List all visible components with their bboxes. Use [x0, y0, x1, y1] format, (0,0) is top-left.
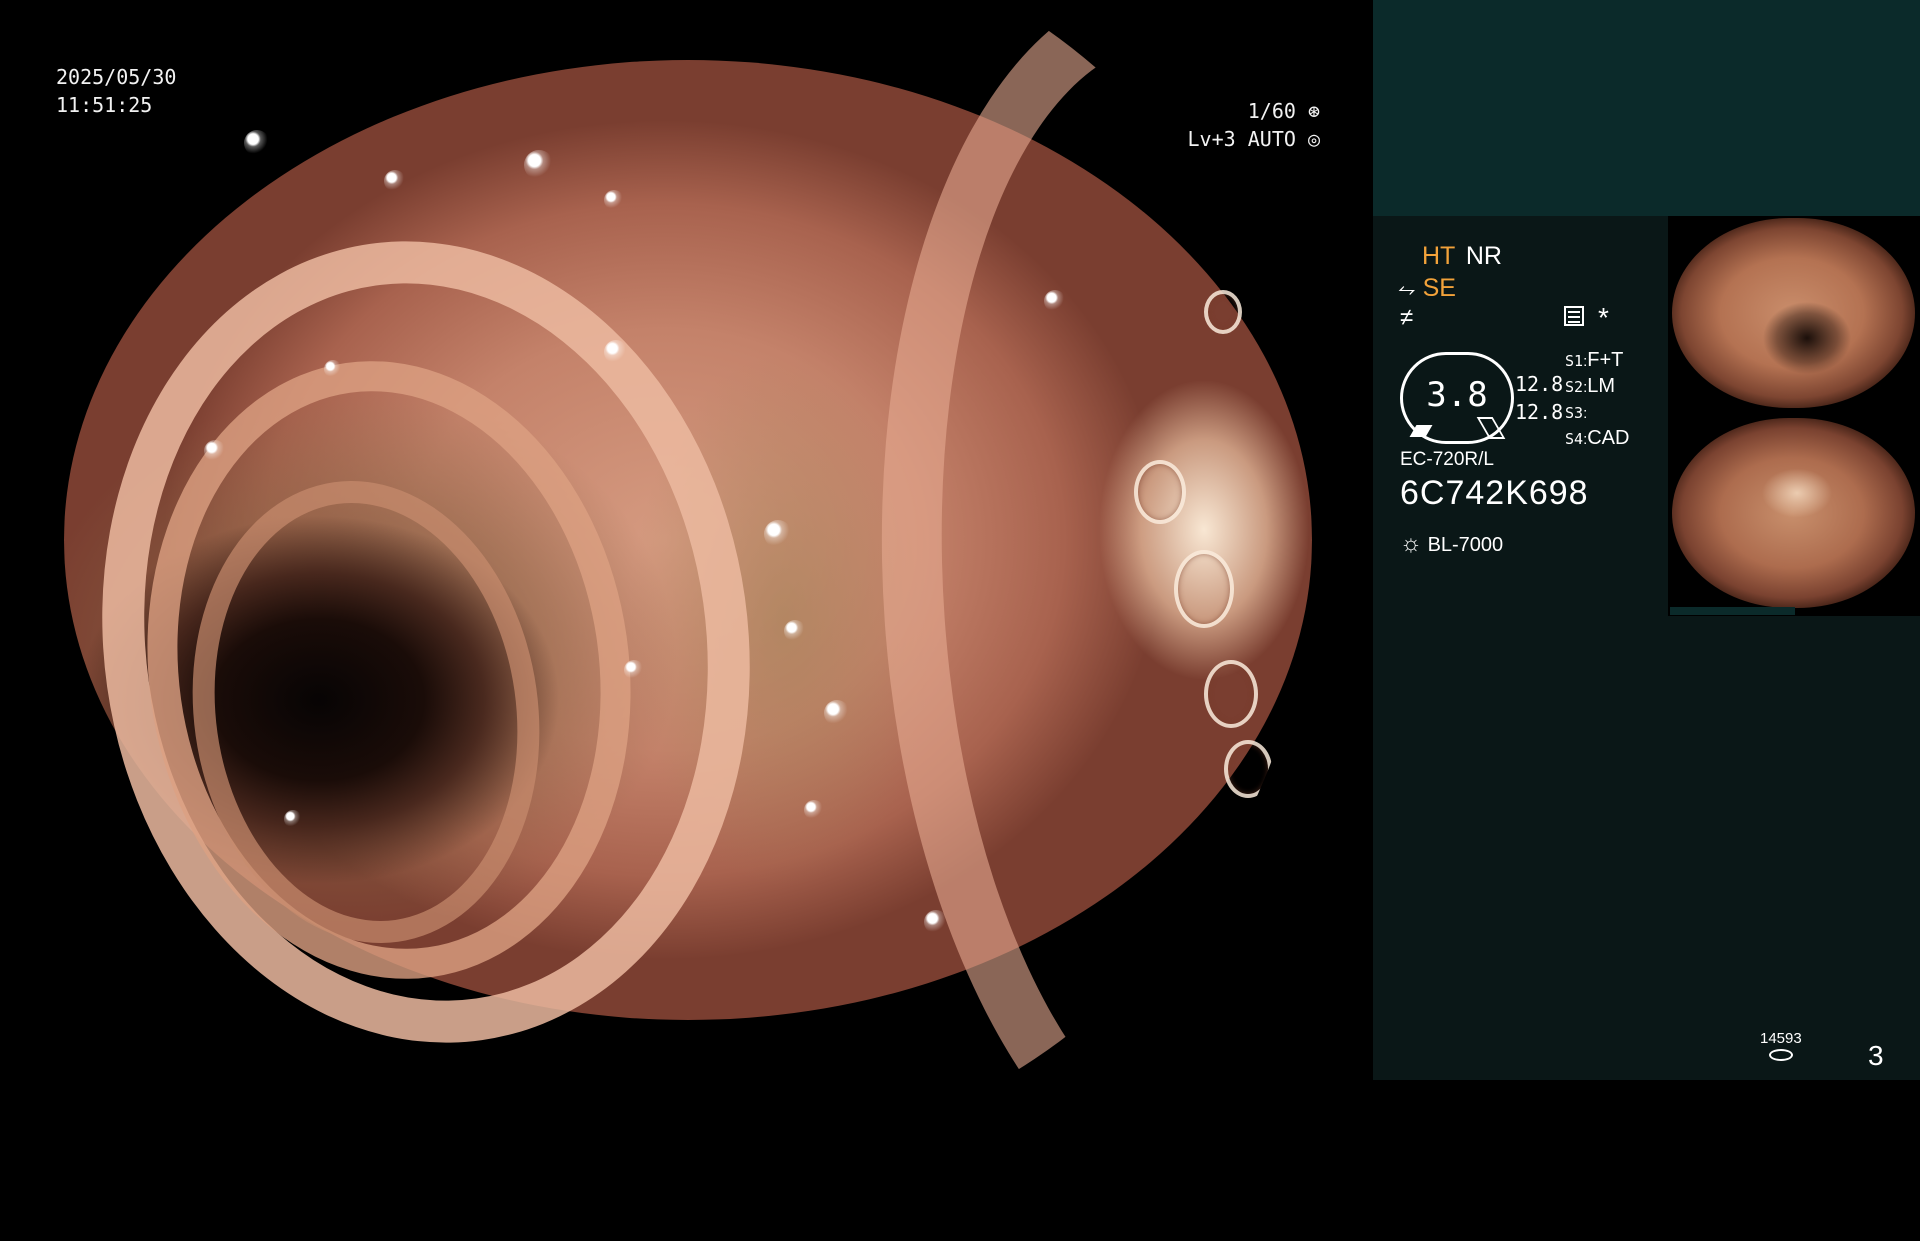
info-panel-header — [1373, 0, 1920, 216]
switch-key: S3 — [1565, 404, 1584, 422]
bubble — [284, 810, 302, 828]
light-source-text: BL-7000 — [1427, 534, 1504, 556]
enhance-icon: ≠ — [1400, 304, 1414, 331]
se-label: SE — [1422, 274, 1456, 302]
switch-value: F+T — [1587, 349, 1624, 371]
light-source-icon: ☼ — [1400, 530, 1422, 557]
bubble — [804, 800, 824, 820]
page-number: 3 — [1868, 1040, 1884, 1071]
fluid-bubble — [1204, 660, 1258, 728]
scope-serial: 6C742K698 — [1400, 474, 1589, 512]
switch-key: S1 — [1565, 352, 1584, 370]
bubble — [1044, 290, 1066, 312]
bubble — [604, 340, 628, 364]
exposure-block: 1/60 ⊛ Lv+3 AUTO ◎ — [1150, 97, 1320, 153]
switch-row: S2:LM — [1565, 375, 1616, 397]
thumbnail-2-image — [1672, 418, 1915, 608]
switch-row: S3: — [1565, 404, 1588, 422]
switch-value: LM — [1587, 375, 1616, 397]
gauge-marker-right — [1476, 417, 1506, 439]
time-text: 11:51:25 — [56, 93, 153, 117]
date-text: 2025/05/30 — [56, 65, 177, 89]
shutter-text: 1/60 — [1247, 99, 1296, 123]
fluid-bubble — [1134, 460, 1186, 524]
scope-model: EC-720R/L — [1400, 449, 1494, 470]
storage-icon — [1768, 1049, 1793, 1061]
level-text: Lv+3 — [1187, 127, 1236, 151]
switch-key: S2 — [1565, 378, 1584, 396]
bubble — [924, 910, 948, 934]
switch-row: S1:F+T — [1565, 349, 1624, 371]
fluid-bubble — [1224, 740, 1272, 798]
ht-label: HT — [1422, 242, 1455, 270]
switch-key: S4 — [1565, 430, 1584, 448]
gauge-value-upper: 12.8 — [1515, 372, 1564, 396]
bubble — [784, 620, 806, 642]
auto-iris-icon: ◎ — [1307, 127, 1320, 151]
asterisk-mark: * — [1598, 302, 1609, 333]
gauge-value-lower: 12.8 — [1515, 400, 1564, 424]
nr-label: NR — [1465, 242, 1502, 270]
ht-nr-row: HT NR — [1422, 242, 1502, 271]
capture-counter: 14593 — [1760, 1030, 1802, 1061]
gauge-side-values: 12.8 12.8 — [1515, 370, 1563, 426]
bubble — [204, 440, 226, 462]
endoscope-live-view — [64, 0, 1312, 1164]
mode-text: AUTO — [1247, 127, 1296, 151]
gauge-marker-left — [1409, 425, 1433, 437]
gauge-value: 3.8 — [1426, 375, 1488, 415]
switch-list: S1:F+T S2:LM S3: S4:CAD — [1565, 348, 1629, 452]
thumbnail-1[interactable] — [1668, 216, 1920, 416]
capture-count: 14593 — [1760, 1030, 1802, 1047]
exposure-row: Lv+3 AUTO ◎ — [1150, 125, 1320, 153]
bubble — [824, 700, 850, 726]
se-row: ⥊ SE — [1398, 274, 1456, 303]
bubble — [324, 360, 342, 378]
thumbnail-indicator — [1670, 607, 1795, 615]
fluid-bubble — [1204, 290, 1242, 334]
bubble — [624, 660, 644, 680]
bubble — [384, 170, 406, 192]
aperture-icon: ⊛ — [1307, 99, 1320, 123]
datetime-block: 2025/05/30 11:51:25 — [56, 63, 176, 119]
thumbnail-1-image — [1672, 218, 1915, 408]
bubble — [604, 190, 624, 210]
record-icon — [1564, 306, 1584, 326]
bubble — [524, 150, 554, 180]
fluid-bubble — [1174, 550, 1234, 628]
shutter-row: 1/60 ⊛ — [1150, 97, 1320, 125]
structure-icon: ⥊ — [1398, 276, 1416, 301]
switch-value: CAD — [1587, 427, 1630, 449]
bubble — [764, 520, 792, 548]
switch-row: S4:CAD — [1565, 427, 1630, 449]
magnification-gauge: 3.8 — [1400, 352, 1514, 444]
thumbnail-2[interactable] — [1668, 416, 1920, 616]
bubble — [244, 130, 270, 156]
light-source-row: ☼ BL-7000 — [1400, 530, 1503, 558]
